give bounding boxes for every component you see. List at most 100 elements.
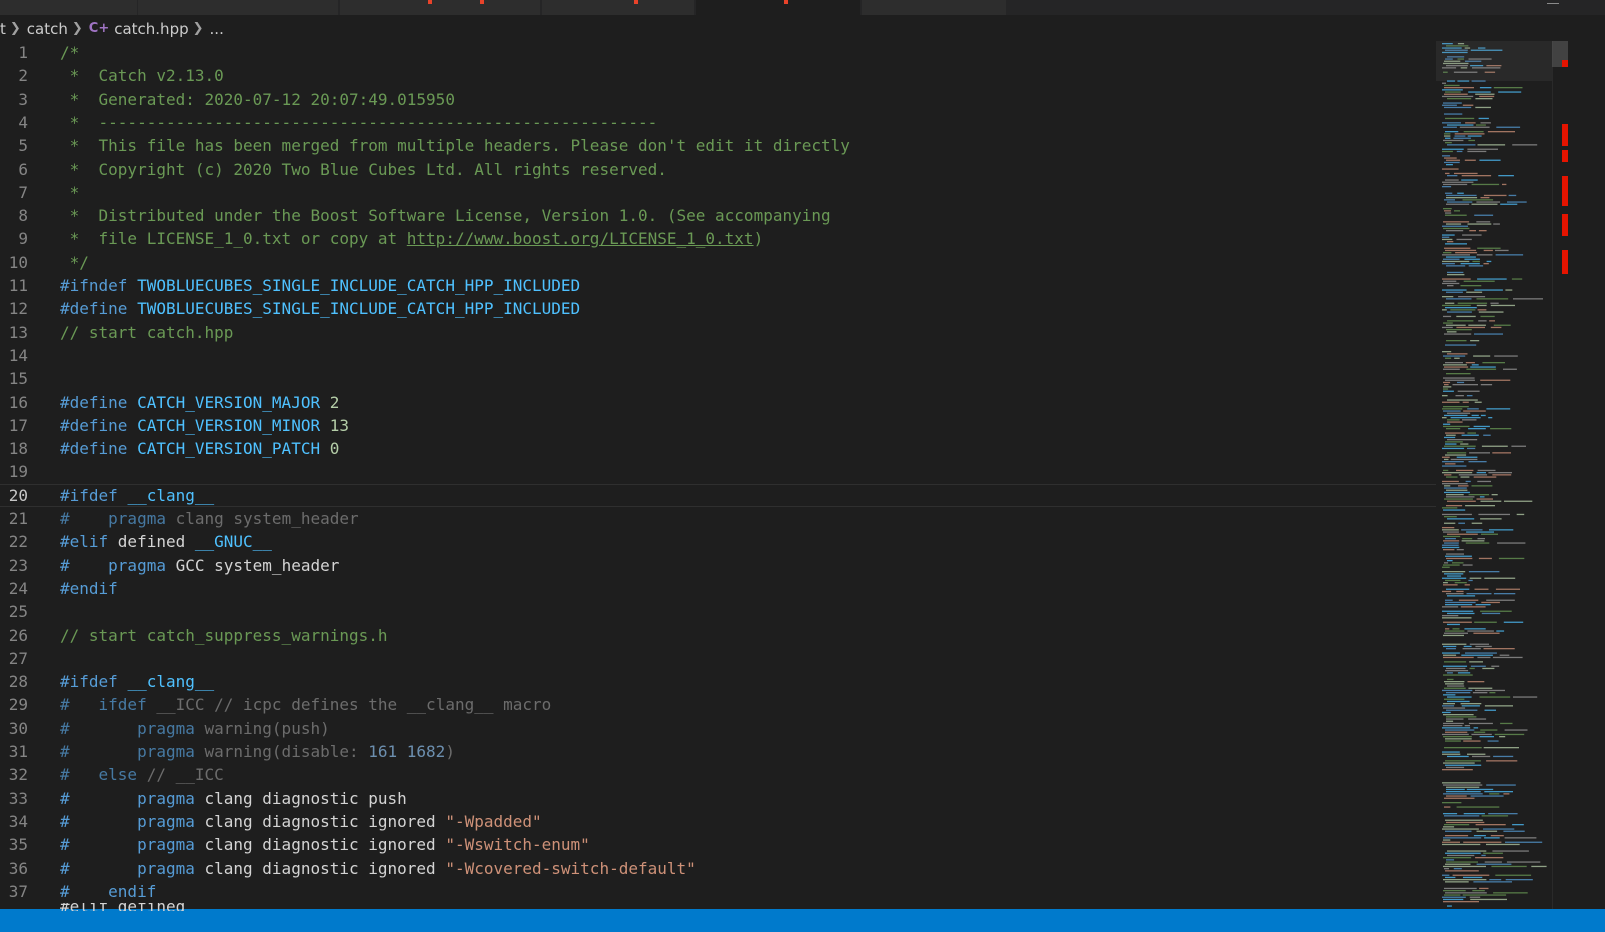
- code-line[interactable]: 20 #ifdef __clang__: [0, 483, 1436, 507]
- code-line[interactable]: 7 *: [0, 181, 1436, 204]
- vertical-scrollbar[interactable]: [1552, 41, 1568, 909]
- minimap-line: [1443, 656, 1474, 659]
- minimap-line: [1476, 298, 1509, 300]
- minimap-line: [1481, 533, 1498, 535]
- code-token: __clang__: [127, 485, 215, 505]
- tab-1[interactable]: [0, 0, 138, 15]
- code-line[interactable]: 6 * Copyright (c) 2020 Two Blue Cubes Lt…: [0, 158, 1436, 181]
- minimap-line: [1477, 656, 1491, 659]
- minimap-line: [1444, 445, 1476, 447]
- minimap[interactable]: [1436, 41, 1552, 909]
- code-editor[interactable]: 1/* 2 * Catch v2.13.0 3 * Generated: 2020-…: [0, 41, 1436, 909]
- split-editor-icon[interactable]: [1547, 0, 1559, 4]
- breadcrumb-ellipsis[interactable]: ...: [210, 17, 224, 41]
- minimap-line: [1474, 621, 1497, 623]
- minimap-line: [1462, 564, 1473, 566]
- code-text: # pragma clang diagnostic ignored "-Wswi…: [60, 833, 590, 856]
- minimap-line: [1446, 329, 1472, 331]
- minimap-line: [1443, 208, 1452, 210]
- error-marker[interactable]: [1562, 214, 1568, 236]
- code-line[interactable]: 1 /*: [0, 41, 1436, 64]
- error-marker[interactable]: [1562, 124, 1568, 146]
- minimap-line: [1474, 588, 1489, 590]
- code-line[interactable]: 4 * ------------------------------------…: [0, 111, 1436, 134]
- code-line[interactable]: 31 # pragma warning(disable: 161 1682): [0, 740, 1436, 763]
- minimap-line: [1445, 731, 1468, 733]
- code-token: warning(push): [194, 718, 330, 738]
- code-line[interactable]: 9 * file LICENSE_1_0.txt or copy at http…: [0, 227, 1436, 250]
- code-line[interactable]: 5 * This file has been merged from multi…: [0, 134, 1436, 157]
- breadcrumb-file[interactable]: catch.hpp: [114, 17, 188, 41]
- code-line[interactable]: 29 # ifdef __ICC // icpc defines the __cl…: [0, 693, 1436, 716]
- minimap-line: [1443, 377, 1475, 379]
- minimap-line: [1442, 753, 1461, 755]
- code-token: #ifdef: [60, 485, 128, 505]
- code-token: clang diagnostic ignored: [194, 858, 446, 878]
- code-line[interactable]: 26 // start catch_suppress_warnings.h: [0, 624, 1436, 647]
- minimap-line: [1459, 126, 1490, 128]
- minimap-line: [1444, 436, 1456, 439]
- code-line[interactable]: 11 #ifndef TWOBLUECUBES_SINGLE_INCLUDE_CA…: [0, 274, 1436, 297]
- breadcrumb-folder[interactable]: catch: [27, 17, 68, 41]
- minimap-line: [1468, 324, 1486, 326]
- code-line[interactable]: 13 // start catch.hpp: [0, 321, 1436, 344]
- code-line[interactable]: 36 # pragma clang diagnostic ignored "-Wc…: [0, 857, 1436, 880]
- code-line[interactable]: 10 */: [0, 251, 1436, 274]
- code-line[interactable]: 25: [0, 600, 1436, 623]
- code-text: # pragma clang system_header: [60, 507, 359, 530]
- tab-catch-hpp[interactable]: [696, 0, 861, 15]
- minimap-line: [1442, 89, 1463, 91]
- minimap-line: [1444, 824, 1470, 826]
- minimap-line: [1443, 531, 1459, 533]
- minimap-line: [1452, 562, 1464, 564]
- minimap-line: [1469, 643, 1489, 645]
- error-marker[interactable]: [1562, 250, 1568, 274]
- code-line[interactable]: 12 #define TWOBLUECUBES_SINGLE_INCLUDE_CA…: [0, 297, 1436, 320]
- minimap-line: [1443, 654, 1457, 656]
- code-line[interactable]: 18 #define CATCH_VERSION_PATCH 0: [0, 437, 1436, 460]
- minimap-line: [1447, 612, 1475, 615]
- error-marker[interactable]: [1562, 60, 1568, 67]
- tab-2[interactable]: [138, 0, 348, 15]
- tab-6[interactable]: [862, 0, 1007, 15]
- code-line[interactable]: 22 #elif defined __GNUC__: [0, 530, 1436, 553]
- code-line[interactable]: 21 # pragma clang system_header: [0, 507, 1436, 530]
- code-line[interactable]: 14: [0, 344, 1436, 367]
- code-line[interactable]: 28 #ifdef __clang__: [0, 670, 1436, 693]
- code-line[interactable]: 23 # pragma GCC system_header: [0, 554, 1436, 577]
- tab-4[interactable]: [542, 0, 695, 15]
- code-line[interactable]: 16 #define CATCH_VERSION_MAJOR 2: [0, 391, 1436, 414]
- minimap-line: [1443, 423, 1451, 425]
- minimap-line: [1457, 381, 1465, 384]
- minimap-line: [1445, 463, 1456, 465]
- code-text: # pragma GCC system_header: [60, 554, 339, 577]
- minimap-line: [1481, 601, 1500, 604]
- code-line[interactable]: 35 # pragma clang diagnostic ignored "-Ws…: [0, 833, 1436, 856]
- code-line[interactable]: 3 * Generated: 2020-07-12 20:07:49.01595…: [0, 88, 1436, 111]
- error-marker[interactable]: [1562, 150, 1568, 162]
- minimap-line: [1445, 876, 1456, 879]
- code-line[interactable]: 27: [0, 647, 1436, 670]
- code-line[interactable]: 17 #define CATCH_VERSION_MINOR 13: [0, 414, 1436, 437]
- minimap-viewport[interactable]: [1436, 41, 1552, 81]
- tab-3[interactable]: [340, 0, 541, 15]
- code-line[interactable]: 24 #endif: [0, 577, 1436, 600]
- code-line[interactable]: 30 # pragma warning(push): [0, 717, 1436, 740]
- minimap-line: [1442, 577, 1467, 579]
- code-line[interactable]: 19: [0, 460, 1436, 483]
- code-line[interactable]: 37 # endif: [0, 880, 1436, 903]
- code-line[interactable]: 15: [0, 367, 1436, 390]
- code-token: #ifndef: [60, 276, 138, 295]
- code-line[interactable]: 2 * Catch v2.13.0: [0, 64, 1436, 87]
- code-token: # pragma: [60, 555, 166, 575]
- code-line[interactable]: 34 # pragma clang diagnostic ignored "-Wp…: [0, 810, 1436, 833]
- error-marker[interactable]: [1562, 176, 1568, 206]
- minimap-line: [1452, 874, 1490, 876]
- code-line[interactable]: 33 # pragma clang diagnostic push: [0, 787, 1436, 810]
- minimap-line: [1450, 458, 1478, 461]
- code-token: __clang__: [127, 672, 215, 692]
- code-line[interactable]: 32 # else // __ICC: [0, 763, 1436, 786]
- minimap-line: [1443, 813, 1458, 815]
- code-line[interactable]: 8 * Distributed under the Boost Software…: [0, 204, 1436, 227]
- minimap-line: [1445, 212, 1452, 214]
